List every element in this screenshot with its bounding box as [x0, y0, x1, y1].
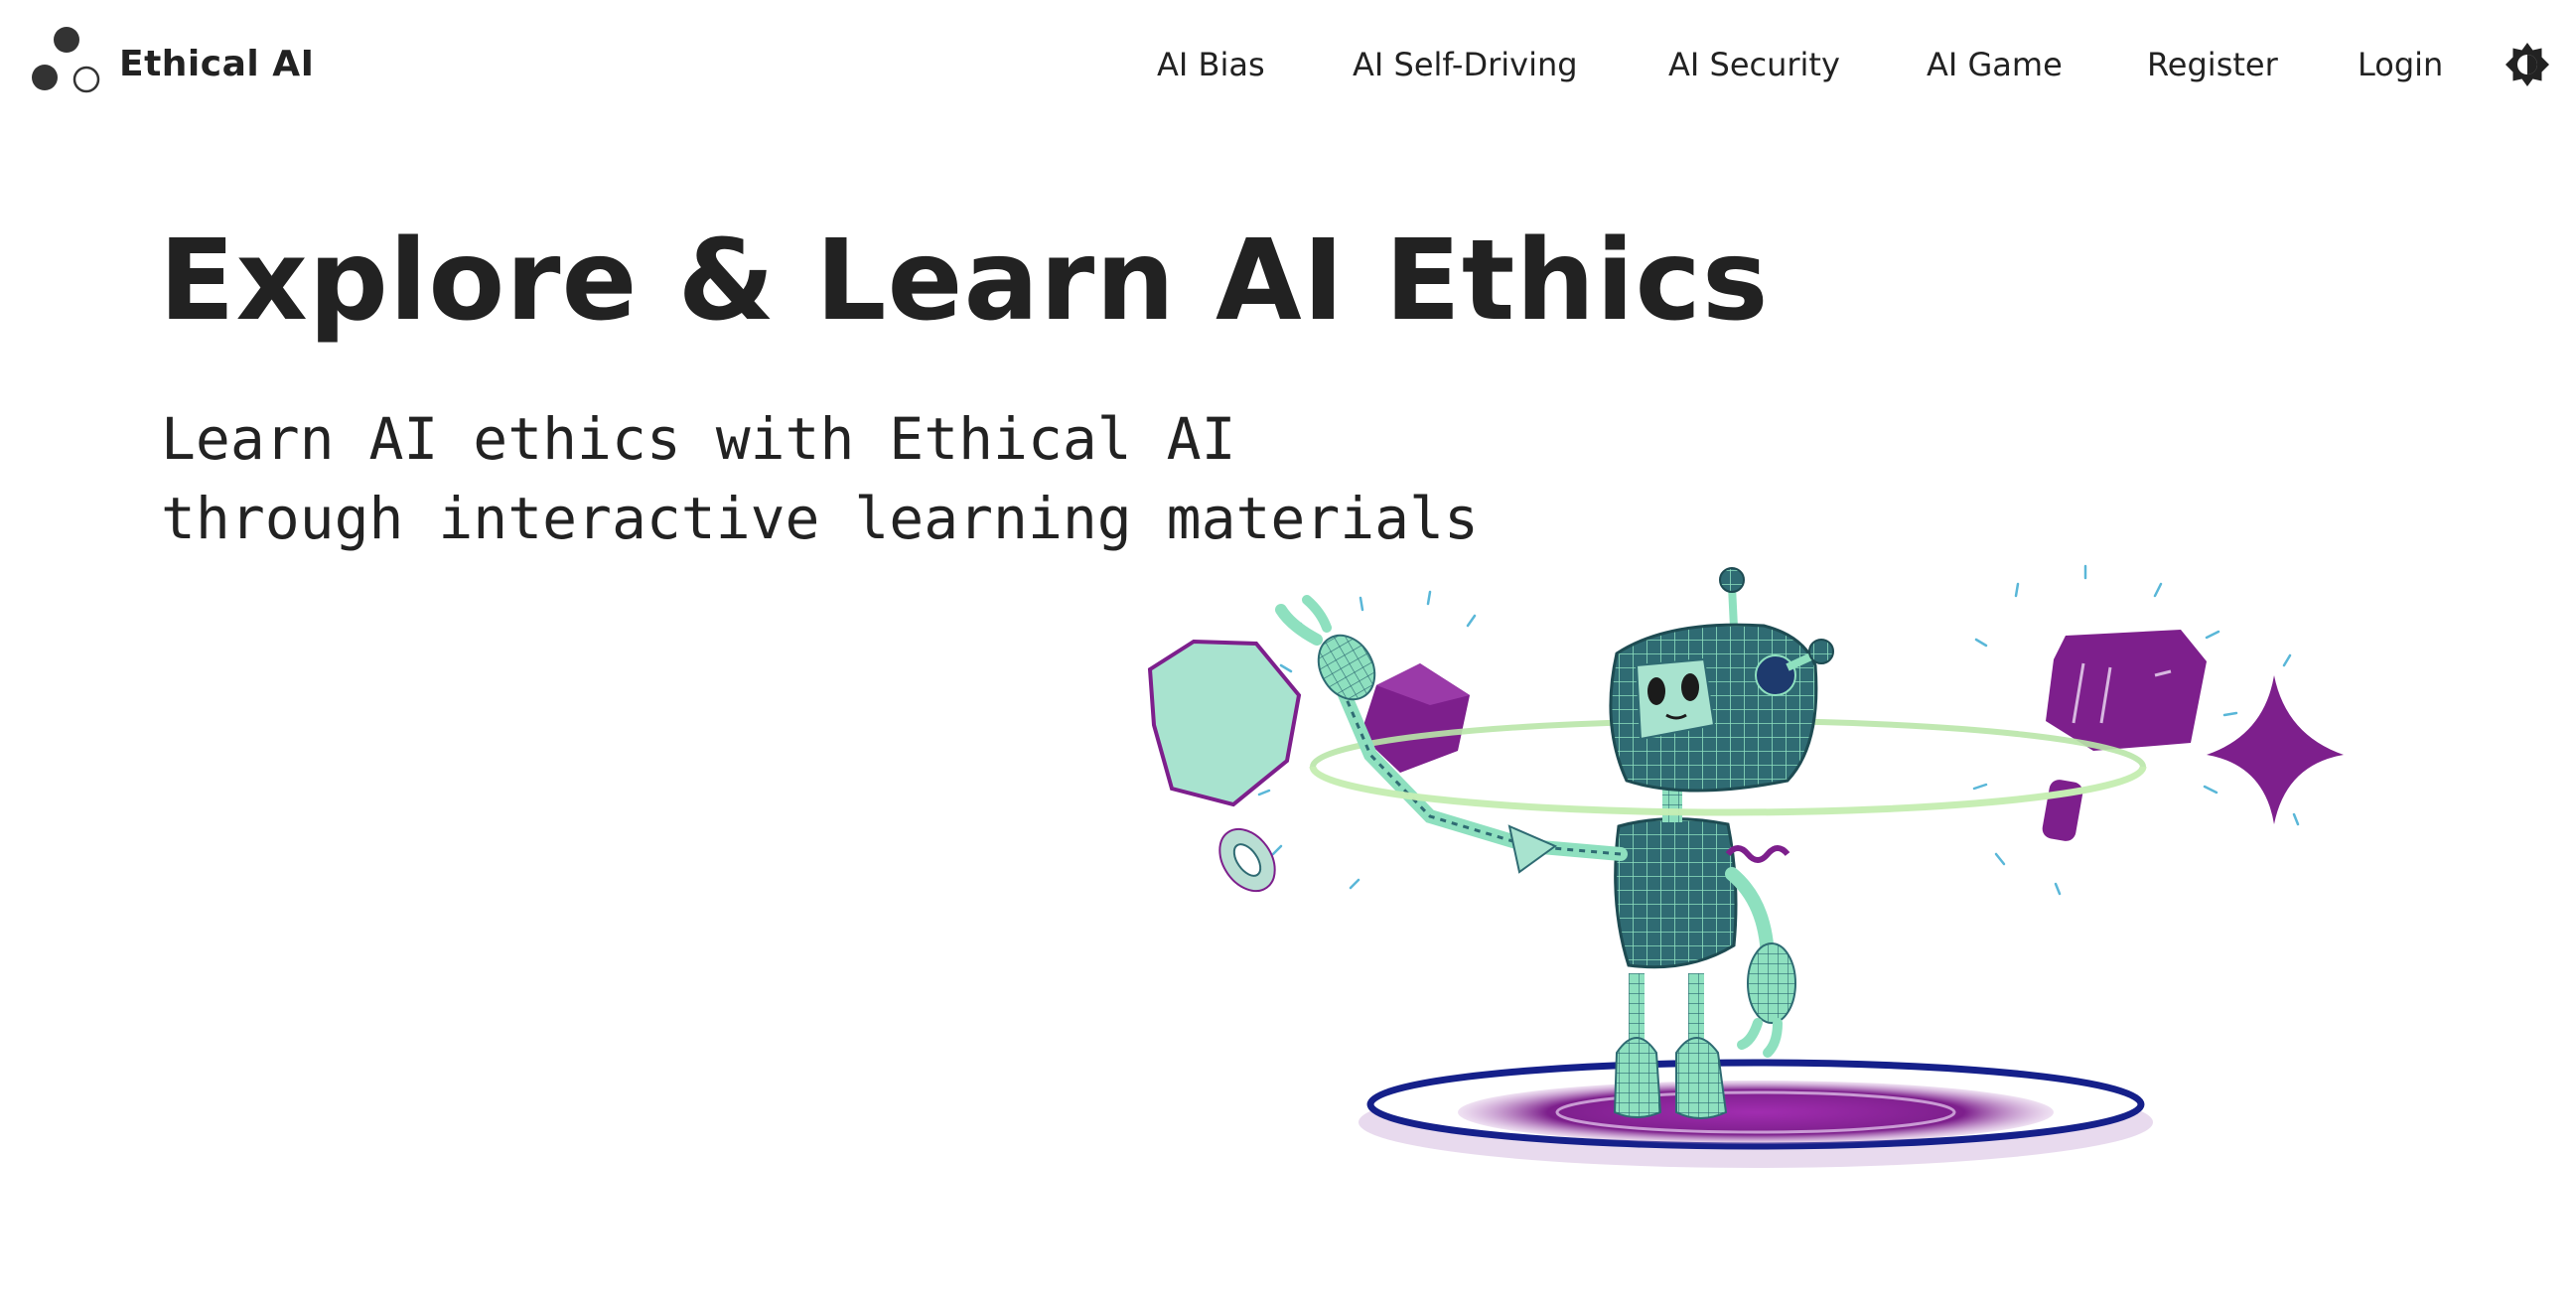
floor-platform	[1359, 1059, 2153, 1168]
robot-torso	[1614, 816, 1738, 969]
hero-subtitle: Learn AI ethics with Ethical AI through …	[161, 405, 1479, 552]
nav-ai-game[interactable]: AI Game	[1927, 36, 2063, 93]
block-right-shape	[2046, 630, 2207, 751]
hero-title: Explore & Learn AI Ethics	[159, 217, 1770, 346]
four-point-star-shape	[2207, 675, 2344, 824]
nav-login[interactable]: Login	[2358, 36, 2443, 93]
robot-head	[1609, 567, 1834, 793]
hexagon-shape	[1147, 639, 1302, 807]
nav-ai-security[interactable]: AI Security	[1668, 36, 1840, 93]
nav-ai-bias[interactable]: AI Bias	[1157, 36, 1265, 93]
washer-shape	[1218, 827, 1276, 893]
main-nav: AI Bias AI Self-Driving AI Security AI G…	[0, 36, 2576, 93]
robot-hologram-illustration	[1147, 564, 2344, 1168]
brightness-toggle-icon	[2505, 43, 2549, 86]
top-navbar: Ethical AI AI Bias AI Self-Driving AI Se…	[0, 0, 2576, 129]
nav-register[interactable]: Register	[2147, 36, 2278, 93]
theme-toggle-button[interactable]	[2503, 40, 2552, 89]
nav-ai-self-driving[interactable]: AI Self-Driving	[1353, 36, 1578, 93]
robot-right-arm	[1725, 845, 1796, 1058]
